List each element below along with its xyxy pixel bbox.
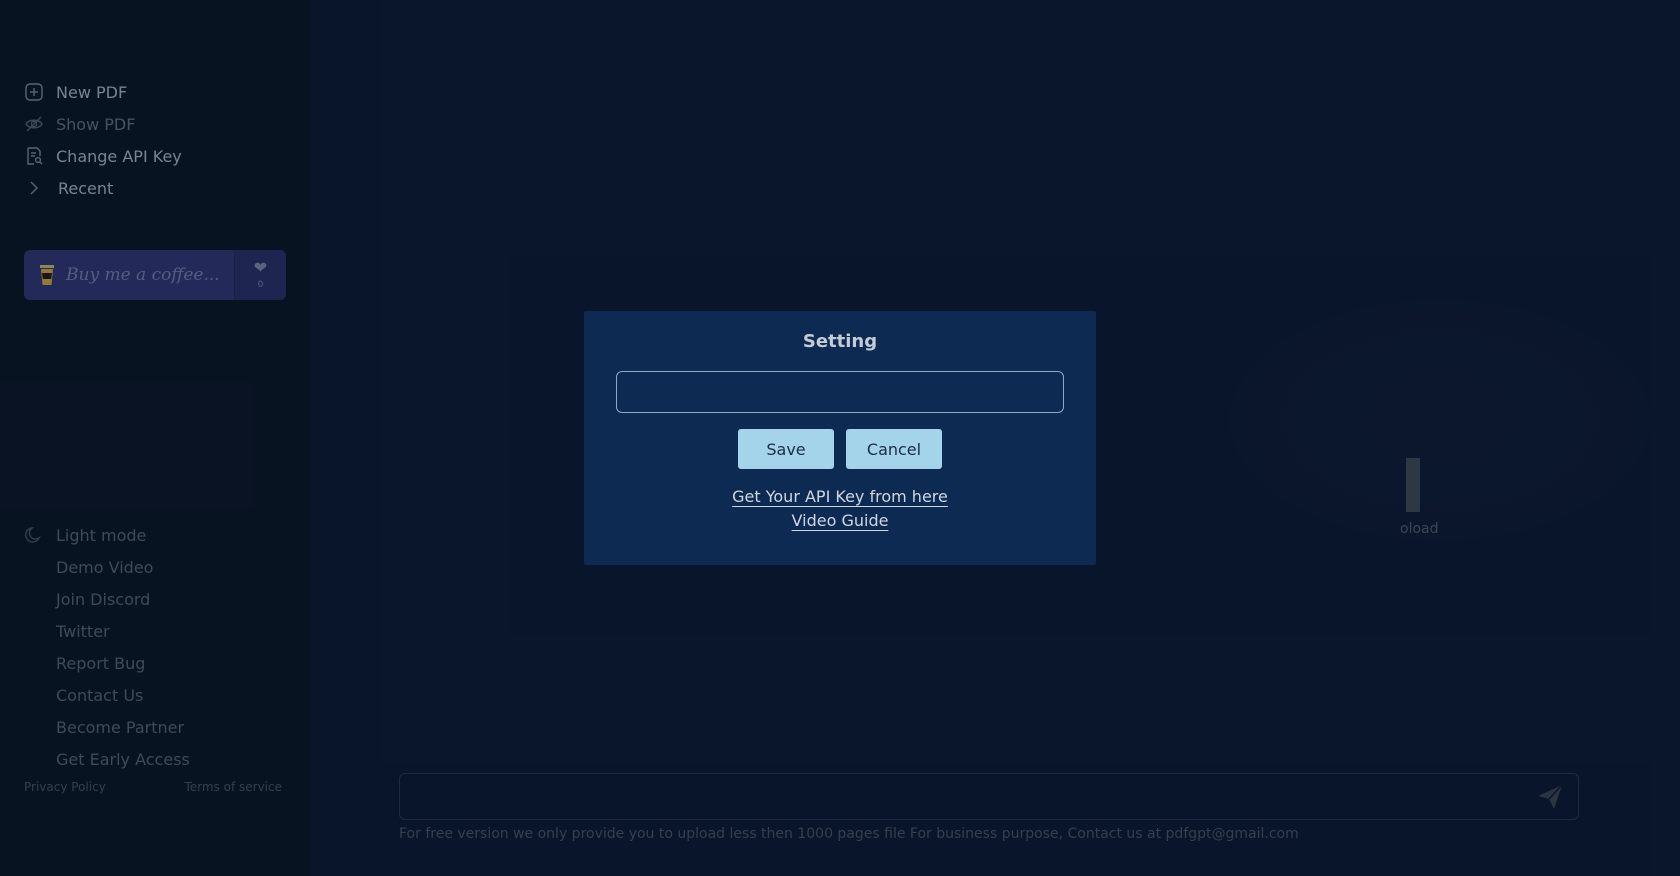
app-root: New PDF Show PDF Change API Key Recent B… [0,0,1680,876]
settings-modal: Setting Save Cancel Get Your API Key fro… [584,311,1096,565]
modal-title: Setting [802,331,878,352]
save-button[interactable]: Save [738,429,834,469]
modal-buttons: Save Cancel [584,429,1096,469]
cancel-button[interactable]: Cancel [846,429,942,469]
modal-links: Get Your API Key from here Video Guide [584,485,1096,533]
api-key-input[interactable] [616,371,1064,413]
video-guide-link[interactable]: Video Guide [792,509,889,533]
get-api-key-link[interactable]: Get Your API Key from here [732,485,948,509]
